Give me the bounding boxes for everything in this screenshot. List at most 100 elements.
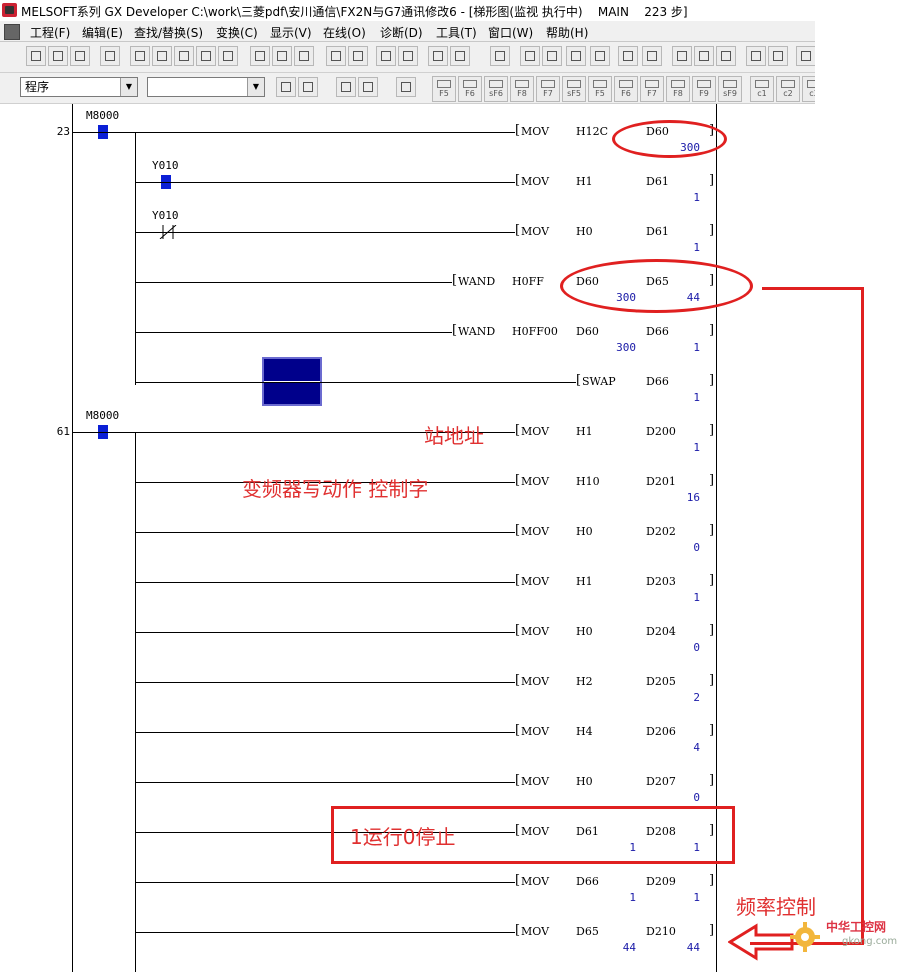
comment-icon[interactable] [520,46,540,66]
rung-wire [135,932,515,933]
tool-extra-icon[interactable] [796,46,815,66]
menu-edit[interactable]: 编辑(E) [82,24,123,41]
step-number: 23 [56,125,70,138]
program-select[interactable]: ▼ [147,77,265,97]
menu-online[interactable]: 在线(O) [323,24,366,41]
device-search-icon[interactable] [250,46,270,66]
menu-tools[interactable]: 工具(T) [436,24,477,41]
fkey-horizontal[interactable]: F8 [666,76,690,102]
ladder-view-icon[interactable] [490,46,510,66]
rung-wire [135,882,515,883]
undo-icon[interactable] [196,46,216,66]
fkey-c3[interactable]: c3 [802,76,815,102]
monitor-value: 4 [693,741,700,754]
redo-icon[interactable] [218,46,238,66]
fkey-falling[interactable]: F6 [614,76,638,102]
new-file-icon[interactable] [26,46,46,66]
fkey-coil[interactable]: F7 [536,76,560,102]
fkey-vertical[interactable]: F7 [640,76,664,102]
highlight-run-stop-box [331,806,735,864]
app-icon [2,3,17,17]
stop-icon[interactable] [642,46,662,66]
sfc-icon[interactable] [396,77,416,97]
data-type-select[interactable]: 程序 ▼ [20,77,138,97]
arrow-line-top [762,287,864,290]
print-icon[interactable] [100,46,120,66]
instruction-bracket-left: [ [515,423,521,438]
instruction-bracket-left: [ [515,673,521,688]
copy-icon[interactable] [152,46,172,66]
rung-wire [135,782,515,783]
instruction-mnemonic: MOV [521,775,550,788]
step-search-icon[interactable] [294,46,314,66]
project-tree-icon[interactable] [298,77,318,97]
monitor-mode-icon[interactable] [566,46,586,66]
fkey-c1[interactable]: c1 [750,76,774,102]
instruction-operand: H1 [576,175,593,188]
menu-window[interactable]: 窗口(W) [488,24,533,41]
chevron-down-icon[interactable]: ▼ [120,78,137,96]
instruction-bracket-left: [ [515,123,521,138]
monitor-write-icon[interactable] [590,46,610,66]
write-plc-icon[interactable] [326,46,346,66]
monitor-value: 1 [693,891,700,904]
fkey-c2[interactable]: c2 [776,76,800,102]
menu-diagnostics[interactable]: 诊断(D) [380,24,423,41]
read-mode-icon[interactable] [672,46,692,66]
window-title: MELSOFT系列 GX Developer C:\work\三菱pdf\安川通… [21,5,688,19]
ladder-diagram[interactable]: 23 61 M8000 Y010 Y010 M8000 [] MOV H12C D60… [0,104,815,972]
instruction-bracket-right: ] [709,373,715,388]
parameter-icon[interactable] [618,46,638,66]
zoom-icon[interactable] [768,46,788,66]
instruction-operand: H0FF [512,275,544,288]
fkey-open-contact[interactable]: F5 [432,76,456,102]
edit-mode-icon[interactable] [716,46,736,66]
instruction-list-icon[interactable] [358,77,378,97]
instruction-mnemonic: MOV [521,625,550,638]
instruction-operand: D204 [646,625,676,638]
instruction-operand: D207 [646,775,676,788]
monitor-value: 1 [693,391,700,404]
fkey-line-delete[interactable]: sF9 [718,76,742,102]
menu-find-replace[interactable]: 查找/替换(S) [134,24,203,41]
paste-icon[interactable] [174,46,194,66]
device-batch-icon[interactable] [428,46,448,66]
label-icon[interactable] [542,46,562,66]
contact-label: Y010 [152,209,179,222]
instruction-mnemonic: SWAP [582,375,616,388]
list-view-icon[interactable] [746,46,766,66]
monitor-start-icon[interactable] [376,46,396,66]
menu-view[interactable]: 显示(V) [270,24,312,41]
instruction-bracket-right: ] [709,573,715,588]
monitor-value: 300 [616,341,636,354]
instruction-operand: D203 [646,575,676,588]
menu-help[interactable]: 帮助(H) [546,24,588,41]
menu-bar: 工程(F) 编辑(E) 查找/替换(S) 变换(C) 显示(V) 在线(O) 诊… [0,21,815,42]
fkey-closed-contact[interactable]: sF6 [484,76,508,102]
menu-project[interactable]: 工程(F) [30,24,70,41]
write-mode-icon[interactable] [694,46,714,66]
save-icon[interactable] [70,46,90,66]
menu-convert[interactable]: 变换(C) [216,24,258,41]
cut-icon[interactable] [130,46,150,66]
fkey-rising[interactable]: F5 [588,76,612,102]
instruction-bracket-left: [ [452,323,458,338]
entry-monitor-icon[interactable] [450,46,470,66]
fkey-line[interactable]: F9 [692,76,716,102]
instruction-search-icon[interactable] [272,46,292,66]
instruction-operand: H0 [576,775,593,788]
program-list-icon[interactable] [276,77,296,97]
watermark-url: gkong.com [842,936,898,947]
mdi-document-icon[interactable] [4,24,20,40]
chevron-down-icon[interactable]: ▼ [247,78,264,96]
monitor-stop-icon[interactable] [398,46,418,66]
fkey-parallel-closed[interactable]: F8 [510,76,534,102]
fkey-application[interactable]: sF5 [562,76,586,102]
contact-label: Y010 [152,159,179,172]
instruction-operand: H0 [576,525,593,538]
ladder-symbol-icon[interactable] [336,77,356,97]
open-folder-icon[interactable] [48,46,68,66]
read-plc-icon[interactable] [348,46,368,66]
fkey-parallel-open[interactable]: F6 [458,76,482,102]
instruction-bracket-left: [ [515,523,521,538]
